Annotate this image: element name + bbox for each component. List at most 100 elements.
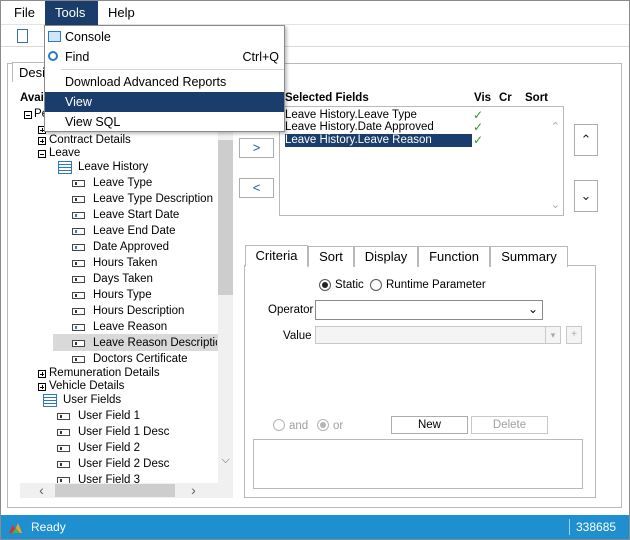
tree-field-leave-type-description[interactable]: Leave Type Description (93, 192, 213, 207)
visible-check-icon[interactable]: ✓ (473, 134, 483, 147)
console-icon (48, 31, 61, 42)
tree-field-leave-start-date[interactable]: Leave Start Date (93, 208, 179, 223)
add-field-button[interactable]: > (239, 138, 274, 158)
scroll-right-icon[interactable]: › (186, 483, 201, 498)
menu-item-download-advanced-reports[interactable]: Download Advanced Reports (45, 72, 284, 92)
tree-field-user-field-2-desc[interactable]: User Field 2 Desc (78, 457, 169, 472)
menu-file[interactable]: File (4, 1, 45, 25)
runtime-parameter-label: Runtime Parameter (386, 279, 486, 291)
menu-item-view[interactable]: View (45, 92, 284, 112)
tab-criteria[interactable]: Criteria (245, 245, 308, 267)
collapse-toggle-icon[interactable] (24, 111, 32, 119)
tree-item-leave-history[interactable]: Leave History (78, 160, 148, 175)
expand-toggle-icon[interactable] (38, 370, 46, 378)
tree-item-leave[interactable]: Leave (49, 146, 80, 161)
menu-tools[interactable]: Tools (45, 1, 98, 25)
or-radio[interactable] (317, 419, 329, 431)
chevron-down-icon: ⌄ (580, 188, 592, 203)
tree-clip: User Field 3 (20, 473, 218, 483)
tab-display[interactable]: Display (354, 246, 418, 267)
status-count: 338685 (576, 520, 617, 534)
tree-horizontal-scroll-thumb[interactable] (55, 484, 175, 497)
menu-item-label: Download Advanced Reports (65, 75, 227, 89)
selected-fields-header: Selected Fields (285, 92, 369, 104)
tree-field-leave-reason[interactable]: Leave Reason (93, 320, 167, 335)
menu-item-find[interactable]: Find Ctrl+Q (45, 47, 284, 67)
operator-select[interactable]: ⌄ (315, 300, 543, 320)
table-icon (43, 394, 57, 407)
tree-field-leave-type[interactable]: Leave Type (93, 176, 152, 191)
date-field-icon (72, 212, 85, 219)
tree-vertical-scroll-thumb[interactable] (218, 140, 233, 295)
tree-field-hours-taken[interactable]: Hours Taken (93, 256, 157, 271)
delete-criteria-button[interactable]: Delete (471, 416, 548, 434)
tree-field-doctors-certificate[interactable]: Doctors Certificate (93, 352, 188, 367)
field-icon (72, 180, 85, 187)
static-radio[interactable] (319, 279, 331, 291)
move-down-button[interactable]: ⌄ (574, 180, 598, 212)
remove-field-button[interactable]: < (239, 178, 274, 198)
tab-summary[interactable]: Summary (490, 246, 568, 267)
tree-field-user-field-1-desc[interactable]: User Field 1 Desc (78, 425, 169, 440)
tree-field-hours-type[interactable]: Hours Type (93, 288, 152, 303)
selected-field-row[interactable]: Leave History.Date Approved (285, 121, 472, 134)
field-icon (72, 324, 85, 331)
list-scroll-up-icon[interactable]: ⌃ (548, 120, 563, 135)
tree-field-days-taken[interactable]: Days Taken (93, 272, 153, 287)
field-icon (72, 196, 85, 203)
chevron-down-icon: ▾ (550, 330, 556, 340)
date-field-icon (72, 244, 85, 251)
operator-label: Operator (268, 304, 314, 316)
expand-toggle-icon[interactable] (38, 137, 46, 145)
tree-field-user-field-3[interactable]: User Field 3 (78, 473, 140, 483)
criteria-list (253, 439, 583, 489)
tree-field-user-field-2[interactable]: User Field 2 (78, 441, 140, 456)
move-up-button[interactable]: ⌃ (574, 124, 598, 156)
find-icon (48, 51, 58, 61)
expand-toggle-icon[interactable] (38, 383, 46, 391)
tree-field-user-field-1[interactable]: User Field 1 (78, 409, 140, 424)
tree-field-leave-reason-description[interactable]: Leave Reason Descriptio (93, 336, 217, 351)
status-bar: Ready 338685 (1, 515, 629, 539)
plus-icon: + (571, 329, 577, 340)
list-scroll-down-icon[interactable]: ⌄ (548, 198, 563, 213)
menu-separator (61, 69, 284, 70)
scroll-down-icon[interactable]: ⌵ (218, 453, 233, 468)
scroll-left-icon[interactable]: ‹ (34, 483, 49, 498)
menu-help[interactable]: Help (98, 1, 145, 25)
menu-item-label: View (65, 95, 92, 109)
menu-item-console[interactable]: Console (45, 27, 284, 47)
static-label: Static (335, 279, 364, 291)
status-divider (569, 519, 570, 535)
tree-field-hours-description[interactable]: Hours Description (93, 304, 184, 319)
selected-field-row-active[interactable]: Leave History.Leave Reason (285, 134, 472, 147)
new-document-icon[interactable] (17, 29, 28, 43)
new-criteria-button[interactable]: New (391, 416, 468, 434)
tree-field-leave-end-date[interactable]: Leave End Date (93, 224, 175, 239)
status-text: Ready (31, 520, 66, 534)
tree-item-user-fields[interactable]: User Fields (63, 393, 121, 408)
tree-field-date-approved[interactable]: Date Approved (93, 240, 169, 255)
table-icon (58, 161, 72, 174)
field-icon (57, 413, 70, 420)
value-add-button[interactable]: + (566, 326, 582, 344)
and-radio[interactable] (273, 419, 285, 431)
col-cr-header: Cr (499, 92, 512, 104)
tab-function[interactable]: Function (418, 246, 490, 267)
chevron-up-icon: ⌃ (580, 132, 592, 147)
value-input[interactable] (315, 326, 561, 344)
menu-item-view-sql[interactable]: View SQL (45, 112, 284, 132)
available-fields-header: Avai (20, 92, 44, 104)
tab-sort[interactable]: Sort (308, 246, 354, 267)
runtime-parameter-radio[interactable] (370, 279, 382, 291)
field-icon (72, 292, 85, 299)
menu-item-label: View SQL (65, 115, 121, 129)
tree-item-vehicle-details[interactable]: Vehicle Details (49, 379, 124, 394)
menu-item-label: Find (65, 50, 90, 64)
menu-item-label: Console (65, 30, 111, 44)
col-vis-header: Vis (474, 92, 492, 104)
collapse-toggle-icon[interactable] (38, 150, 46, 158)
field-icon (72, 276, 85, 283)
value-dropdown-button[interactable]: ▾ (545, 326, 561, 344)
value-label: Value (283, 330, 312, 342)
